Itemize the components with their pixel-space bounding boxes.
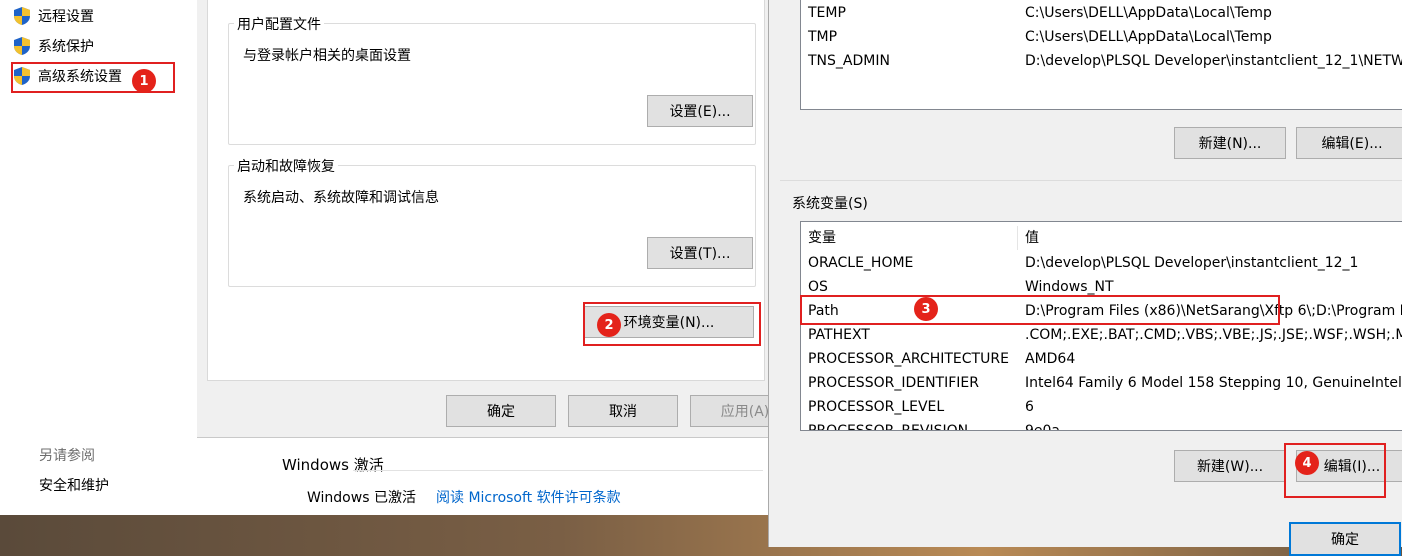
table-row[interactable]: TEMP C:\Users\DELL\AppData\Local\Temp xyxy=(801,1,1402,25)
table-row[interactable]: PATHEXT .COM;.EXE;.BAT;.CMD;.VBS;.VBE;.J… xyxy=(801,323,1402,347)
see-also-title: 另请参阅 xyxy=(39,448,95,464)
annotation-badge-4: 4 xyxy=(1295,451,1319,475)
table-row[interactable]: ORACLE_HOME D:\develop\PLSQL Developer\i… xyxy=(801,251,1402,275)
sidebar-item-system-protection[interactable]: 系统保护 xyxy=(12,34,94,58)
ok-button[interactable]: 确定 xyxy=(446,395,556,427)
table-row[interactable]: PROCESSOR_IDENTIFIER Intel64 Family 6 Mo… xyxy=(801,371,1402,395)
cancel-button[interactable]: 取消 xyxy=(568,395,678,427)
activation-status: Windows 已激活 xyxy=(307,490,416,506)
environment-variables-dialog: TEMP C:\Users\DELL\AppData\Local\Temp TM… xyxy=(768,0,1402,556)
column-separator[interactable] xyxy=(1017,226,1018,250)
system-new-button[interactable]: 新建(W)... xyxy=(1174,450,1286,482)
table-row[interactable]: PROCESSOR_ARCHITECTURE AMD64 xyxy=(801,347,1402,371)
annotation-badge-1: 1 xyxy=(132,69,156,93)
license-terms-link[interactable]: 阅读 Microsoft 软件许可条款 xyxy=(436,487,621,507)
system-properties-dialog: 用户配置文件 与登录帐户相关的桌面设置 设置(E)... 启动和故障恢复 系统启… xyxy=(197,0,800,438)
startup-recovery-desc: 系统启动、系统故障和调试信息 xyxy=(243,190,439,206)
activation-title: Windows 激活 xyxy=(282,456,384,474)
shield-icon xyxy=(14,37,30,55)
sidebar-item-label: 远程设置 xyxy=(38,9,94,25)
annotation-badge-3: 3 xyxy=(914,297,938,321)
user-profile-settings-button[interactable]: 设置(E)... xyxy=(647,95,753,127)
table-row[interactable]: TNS_ADMIN D:\develop\PLSQL Developer\ins… xyxy=(801,49,1402,73)
user-profile-desc: 与登录帐户相关的桌面设置 xyxy=(243,48,411,64)
shield-icon xyxy=(14,7,30,25)
table-row[interactable]: PROCESSOR_LEVEL 6 xyxy=(801,395,1402,419)
user-profile-title: 用户配置文件 xyxy=(234,14,324,34)
table-row[interactable]: TMP C:\Users\DELL\AppData\Local\Temp xyxy=(801,25,1402,49)
sidebar-item-label: 系统保护 xyxy=(38,39,94,55)
column-header-value[interactable]: 值 xyxy=(1025,226,1039,250)
activation-divider xyxy=(353,470,763,471)
env-ok-button[interactable]: 确定 xyxy=(1289,522,1401,556)
system-vars-divider xyxy=(780,180,1402,181)
user-new-button[interactable]: 新建(N)... xyxy=(1174,127,1286,159)
user-edit-button[interactable]: 编辑(E)... xyxy=(1296,127,1402,159)
column-header-name[interactable]: 变量 xyxy=(808,226,836,250)
startup-recovery-title: 启动和故障恢复 xyxy=(234,156,338,176)
startup-recovery-settings-button[interactable]: 设置(T)... xyxy=(647,237,753,269)
user-variables-list[interactable]: TEMP C:\Users\DELL\AppData\Local\Temp TM… xyxy=(800,0,1402,110)
security-maintenance-link[interactable]: 安全和维护 xyxy=(39,475,109,495)
system-variables-title: 系统变量(S) xyxy=(792,196,868,212)
annotation-badge-2: 2 xyxy=(597,313,621,337)
sidebar-item-remote-settings[interactable]: 远程设置 xyxy=(12,4,94,28)
annotation-box-3 xyxy=(800,295,1280,325)
table-header: 变量 值 xyxy=(801,226,1402,250)
table-row[interactable]: PROCESSOR_REVISION 9e0a xyxy=(801,419,1402,430)
system-variables-list[interactable]: 变量 值 ORACLE_HOME D:\develop\PLSQL Develo… xyxy=(800,221,1402,431)
